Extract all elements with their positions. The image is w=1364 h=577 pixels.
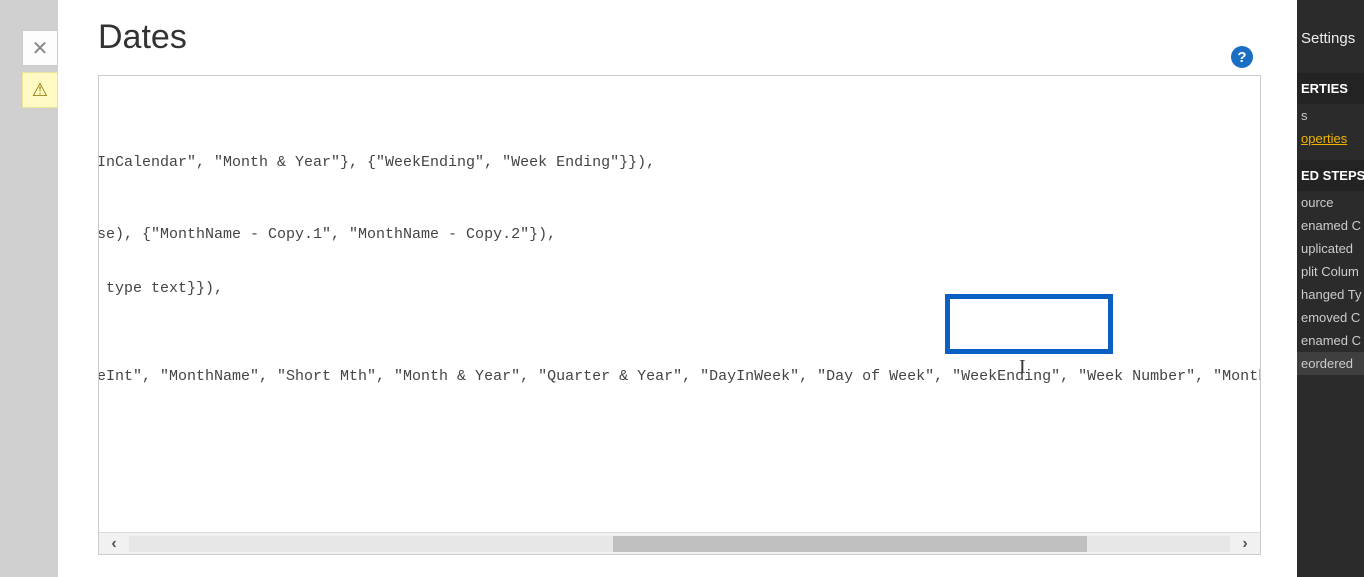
text-cursor-icon: I (1019, 356, 1026, 379)
properties-header: ERTIES (1297, 73, 1364, 104)
warning-icon: ⚠ (22, 72, 58, 108)
step-item[interactable]: hanged Ty (1297, 283, 1364, 306)
code-line: eInt", "MonthName", "Short Mth", "Month … (98, 368, 1260, 386)
step-item[interactable]: enamed C (1297, 329, 1364, 352)
settings-header: Settings (1297, 0, 1364, 55)
code-line: type text}}), (98, 280, 1260, 298)
code-editor[interactable]: InCalendar", "Month & Year"}, {"WeekEndi… (98, 75, 1261, 555)
advanced-editor-panel: Dates ? InCalendar", "Month & Year"}, {"… (58, 0, 1297, 577)
step-item[interactable]: eordered (1297, 352, 1364, 375)
close-button[interactable]: ✕ (22, 30, 58, 66)
help-icon[interactable]: ? (1231, 46, 1253, 68)
scroll-right-button[interactable]: › (1230, 533, 1260, 555)
scroll-left-button[interactable]: ‹ (99, 533, 129, 555)
step-item[interactable]: emoved C (1297, 306, 1364, 329)
scroll-thumb[interactable] (613, 536, 1086, 552)
horizontal-scrollbar[interactable]: ‹ › (99, 532, 1260, 554)
step-item[interactable]: enamed C (1297, 214, 1364, 237)
code-content[interactable]: InCalendar", "Month & Year"}, {"WeekEndi… (99, 76, 1260, 422)
left-sidebar: ✕ ⚠ (0, 0, 58, 577)
step-item[interactable]: ource (1297, 191, 1364, 214)
scroll-track[interactable] (129, 536, 1230, 552)
name-row: s (1297, 104, 1364, 127)
applied-steps-header: ED STEPS (1297, 160, 1364, 191)
code-line: se), {"MonthName - Copy.1", "MonthName -… (98, 226, 1260, 244)
step-item[interactable]: plit Colum (1297, 260, 1364, 283)
all-properties-link[interactable]: operties (1297, 127, 1364, 150)
code-line: InCalendar", "Month & Year"}, {"WeekEndi… (98, 154, 1260, 172)
step-item[interactable]: uplicated (1297, 237, 1364, 260)
query-settings-panel: Settings ERTIES s operties ED STEPS ourc… (1297, 0, 1364, 577)
page-title: Dates (98, 18, 1261, 57)
